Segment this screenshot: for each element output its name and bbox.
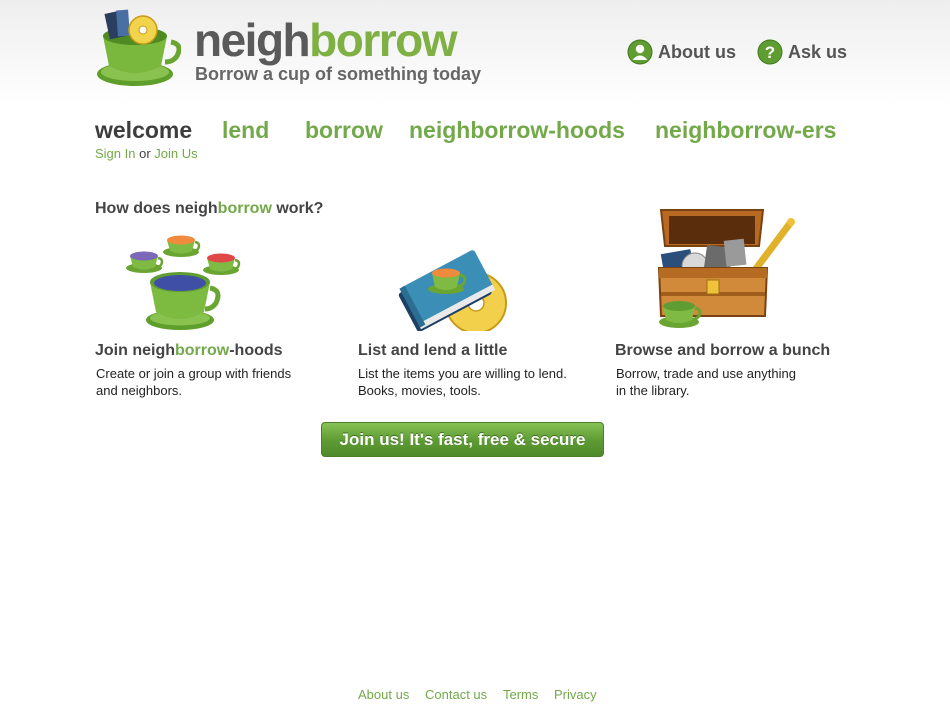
about-person-icon	[627, 39, 653, 65]
nav-neighborrow-hoods[interactable]: neighborrow-hoods	[409, 117, 625, 144]
how-suffix: work?	[271, 200, 324, 217]
step-browse-description: Borrow, trade and use anything in the li…	[616, 366, 796, 398]
about-us-link[interactable]: About us	[627, 39, 736, 65]
svg-text:?: ?	[765, 43, 775, 62]
step-list-title: List and lend a little	[358, 342, 508, 359]
signin-row: Sign In or Join Us	[95, 146, 198, 161]
step-join-title-suffix: -hoods	[229, 342, 283, 359]
brand-logo-text: neighborrow	[194, 14, 458, 66]
nav-lend[interactable]: lend	[222, 117, 269, 144]
book-disc-illustration	[398, 250, 507, 331]
footer-privacy-link[interactable]: Privacy	[554, 687, 597, 702]
footer-about-link[interactable]: About us	[358, 687, 409, 702]
step-browse-title: Browse and borrow a bunch	[615, 342, 831, 359]
nav-borrow[interactable]: borrow	[305, 117, 383, 144]
sign-in-link[interactable]: Sign In	[95, 146, 135, 161]
or-text: or	[139, 146, 151, 161]
footer-terms-link[interactable]: Terms	[503, 687, 538, 702]
step-join-title: Join neighborrow-hoods	[95, 342, 283, 360]
footer-contact-link[interactable]: Contact us	[425, 687, 487, 702]
step-list-description: List the items you are willing to lend. …	[358, 366, 567, 398]
join-us-link[interactable]: Join Us	[154, 146, 197, 161]
brand-part1: neigh	[194, 14, 311, 66]
brand-part2: borrow	[309, 14, 457, 66]
ask-us-label: Ask us	[788, 41, 848, 62]
ask-us-link[interactable]: ? Ask us	[757, 39, 847, 65]
tagline: Borrow a cup of something today	[195, 64, 482, 84]
how-prefix: How does neigh	[95, 200, 218, 217]
logo-cup-icon	[97, 9, 181, 86]
step-join-title-prefix: Join neigh	[95, 342, 175, 359]
how-it-works-heading: How does neighborrow work?	[95, 200, 323, 218]
nav-neighborrow-ers[interactable]: neighborrow-ers	[655, 117, 836, 144]
treasure-chest-illustration	[657, 209, 795, 328]
step-join-description: Create or join a group with friends and …	[96, 366, 292, 398]
teacups-illustration	[126, 235, 241, 330]
step-join-title-green: borrow	[175, 342, 230, 359]
question-icon: ?	[757, 39, 783, 65]
nav-welcome: welcome	[95, 117, 193, 143]
how-green: borrow	[217, 200, 272, 217]
join-us-button[interactable]: Join us! It's fast, free & secure	[321, 422, 604, 457]
about-us-label: About us	[658, 41, 736, 62]
